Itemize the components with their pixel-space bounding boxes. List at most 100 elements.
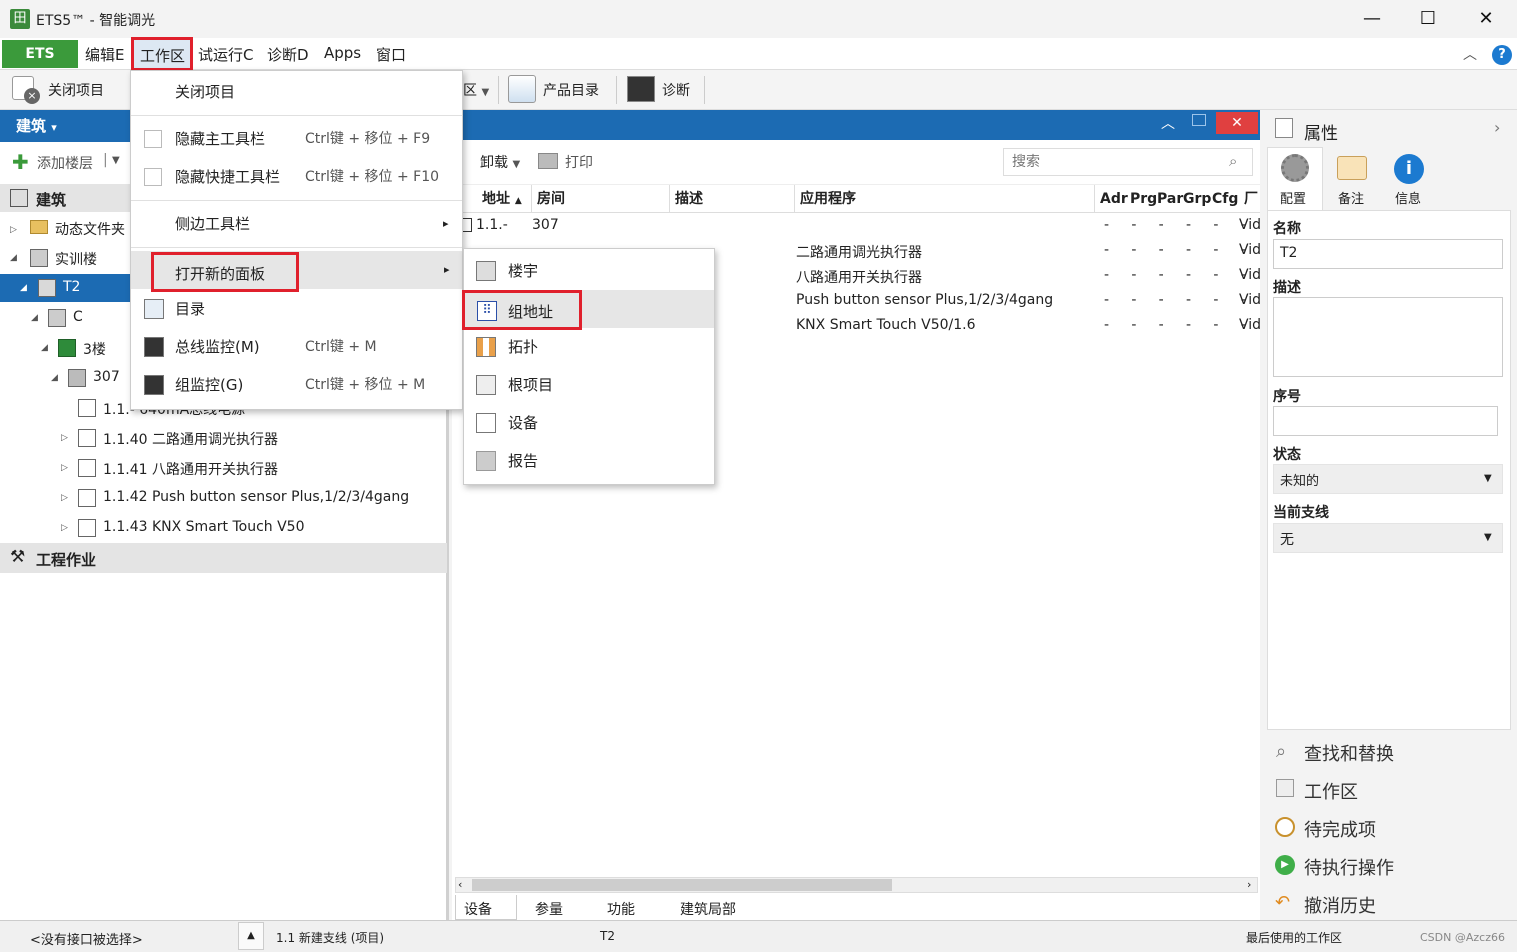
tab-building-part[interactable]: 建筑局部 <box>680 899 736 919</box>
add-floor-button[interactable]: 添加楼层 <box>37 153 93 173</box>
tree-item-label[interactable]: C <box>73 309 83 325</box>
status-select[interactable]: 未知的 <box>1273 464 1503 494</box>
expand-icon[interactable]: ▷ <box>61 433 68 443</box>
col-address[interactable]: 地址 ▲ <box>476 185 532 213</box>
book-icon[interactable] <box>508 75 536 103</box>
col-cfg[interactable]: Cfg <box>1212 185 1238 213</box>
submenu-devices[interactable]: 设备 <box>464 404 714 442</box>
submenu-buildings[interactable]: 楼宇 <box>464 252 714 290</box>
scroll-right-icon[interactable]: › <box>1247 878 1251 891</box>
tree-item-label[interactable]: 动态文件夹 <box>55 219 125 239</box>
collapse-panel-icon[interactable]: ︿ <box>1161 113 1175 133</box>
close-project-button[interactable]: × <box>12 76 40 104</box>
menu-bus-monitor[interactable]: 总线监控(M) Ctrl键 + M <box>130 328 461 366</box>
menu-apps[interactable]: Apps <box>324 44 361 62</box>
tab-devices[interactable]: 设备 <box>455 895 517 920</box>
interface-status[interactable]: <没有接口被选择> <box>30 929 143 948</box>
submenu-reports[interactable]: 报告 <box>464 442 714 480</box>
print-button[interactable]: 打印 <box>565 152 593 172</box>
checkbox[interactable] <box>144 168 162 186</box>
menu-window[interactable]: 窗口 <box>376 44 406 65</box>
menu-hide-main-toolbar[interactable]: 隐藏主工具栏 Ctrl键 + 移位 + F9 <box>130 120 461 158</box>
monitor-chart-icon[interactable] <box>627 76 655 102</box>
note-icon[interactable] <box>1337 156 1367 180</box>
close-project-label[interactable]: 关闭项目 <box>48 80 104 100</box>
submenu-root-items[interactable]: 根项目 <box>464 366 714 404</box>
close-panel-button[interactable]: ✕ <box>1216 112 1258 134</box>
col-room[interactable]: 房间 <box>533 185 670 213</box>
tree-item-label[interactable]: 1.1.40 二路通用调光执行器 <box>103 429 278 449</box>
diagnostics-button[interactable]: 诊断 <box>662 80 690 100</box>
menu-side-toolbar[interactable]: 侧边工具栏 ▸ <box>130 205 461 243</box>
col-prg[interactable]: Prg <box>1130 185 1157 213</box>
collapse-ribbon-icon[interactable]: ︿ <box>1463 44 1477 64</box>
menu-close-project[interactable]: 关闭项目 <box>130 73 461 111</box>
chevron-up-icon[interactable]: ▲ <box>238 922 264 950</box>
menu-catalog[interactable]: 目录 <box>130 290 461 328</box>
todo-link[interactable]: 待完成项 <box>1304 816 1376 842</box>
minimize-button[interactable]: — <box>1344 0 1400 38</box>
collapse-icon[interactable]: ◢ <box>41 343 48 353</box>
col-adr[interactable]: Adr <box>1100 185 1128 213</box>
help-icon[interactable]: ? <box>1492 45 1512 65</box>
expand-icon[interactable]: ▷ <box>10 225 17 235</box>
scrollbar-thumb[interactable] <box>472 879 892 891</box>
col-application[interactable]: 应用程序 <box>796 185 1095 213</box>
col-description[interactable]: 描述 <box>671 185 795 213</box>
menu-hide-quick-toolbar[interactable]: 隐藏快捷工具栏 Ctrl键 + 移位 + F10 <box>130 158 461 196</box>
checkbox[interactable] <box>144 130 162 148</box>
undo-history-link[interactable]: 撤消历史 <box>1304 892 1376 918</box>
search-icon[interactable]: ⌕ <box>1229 152 1237 170</box>
menu-edit[interactable]: 编辑E <box>85 44 124 65</box>
tree-item-label[interactable]: 1.1.43 KNX Smart Touch V50 <box>103 519 305 535</box>
tree-item-label[interactable]: 1.1.41 八路通用开关执行器 <box>103 459 278 479</box>
workspace-dropdown-partial[interactable]: 区 ▼ <box>463 80 489 100</box>
tree-item-label[interactable]: 307 <box>93 369 120 385</box>
workspace-link[interactable]: 工作区 <box>1304 778 1358 804</box>
restore-panel-icon[interactable] <box>1192 114 1206 126</box>
col-grp[interactable]: Grp <box>1183 185 1211 213</box>
tab-functions[interactable]: 功能 <box>607 899 635 919</box>
scroll-left-icon[interactable]: ‹ <box>458 878 462 891</box>
expand-icon[interactable]: ▷ <box>61 493 68 503</box>
collapse-icon[interactable]: ◢ <box>10 253 17 263</box>
unload-button[interactable]: 卸载 ▼ <box>480 152 520 172</box>
chevron-right-icon[interactable]: › <box>1494 118 1500 137</box>
tab-parameters[interactable]: 参量 <box>535 899 563 919</box>
ets-menu-button[interactable]: ETS <box>2 40 78 68</box>
tree-item-label[interactable]: 1.1.42 Push button sensor Plus,1/2/3/4ga… <box>103 489 409 505</box>
submenu-group-addresses[interactable]: ⠿ 组地址 <box>462 290 582 330</box>
collapse-icon[interactable]: ◢ <box>20 283 27 293</box>
product-catalog-button[interactable]: 产品目录 <box>543 80 599 100</box>
find-replace-link[interactable]: 查找和替换 <box>1304 740 1394 766</box>
tab-info-label[interactable]: 信息 <box>1395 188 1421 207</box>
expand-icon[interactable]: ▷ <box>61 523 68 533</box>
menu-commission[interactable]: 试运行C <box>198 44 253 65</box>
number-field[interactable] <box>1273 406 1498 436</box>
menu-group-monitor[interactable]: 组监控(G) Ctrl键 + 移位 + M <box>130 366 461 404</box>
tree-item-label[interactable]: T2 <box>63 279 80 295</box>
col-par[interactable]: Par <box>1157 185 1183 213</box>
tab-notes-label[interactable]: 备注 <box>1338 188 1364 207</box>
maximize-button[interactable]: ☐ <box>1400 0 1456 38</box>
tree-item-label[interactable]: 3楼 <box>83 339 106 359</box>
col-manufacturer[interactable]: 厂 <box>1244 185 1258 213</box>
collapse-icon[interactable]: ◢ <box>51 373 58 383</box>
menu-workspace[interactable]: 工作区 <box>131 37 193 71</box>
close-window-button[interactable]: ✕ <box>1458 0 1514 38</box>
name-field[interactable]: T2 <box>1273 239 1503 269</box>
submenu-topology[interactable]: 拓扑 <box>464 328 714 366</box>
collapse-icon[interactable]: ◢ <box>31 313 38 323</box>
current-line-select[interactable]: 无 <box>1273 523 1503 553</box>
building-pane-header[interactable]: 建筑 ▾ <box>0 110 132 142</box>
info-icon[interactable]: i <box>1394 154 1424 184</box>
description-field[interactable] <box>1273 297 1503 377</box>
expand-icon[interactable]: ▷ <box>61 463 68 473</box>
tree-item-dynamic-folders[interactable]: ▷ <box>10 220 17 236</box>
pending-operations-link[interactable]: 待执行操作 <box>1304 854 1394 880</box>
chevron-down-icon[interactable]: ▼ <box>112 155 120 166</box>
open-new-panel-label[interactable]: 打开新的面板 <box>151 252 299 292</box>
search-input[interactable] <box>1003 148 1253 176</box>
section-project-work[interactable]: 工程作业 <box>0 543 447 573</box>
menu-diagnostics[interactable]: 诊断D <box>267 44 309 65</box>
